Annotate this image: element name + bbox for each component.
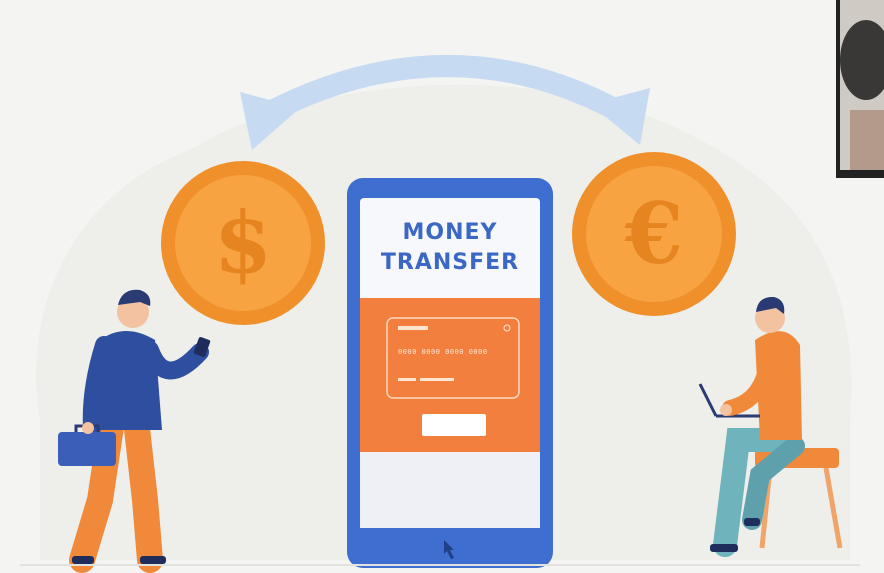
phone-title: MONEY TRANSFER [372,218,528,278]
card-number: 0000 0000 0000 0000 [398,348,488,356]
dollar-symbol: $ [213,193,273,292]
title-line-1: MONEY [402,220,498,245]
title-line-2: TRANSFER [380,250,520,275]
photo-frame [836,0,884,178]
euro-symbol: € [624,184,684,283]
money-transfer-illustration [20,0,884,573]
